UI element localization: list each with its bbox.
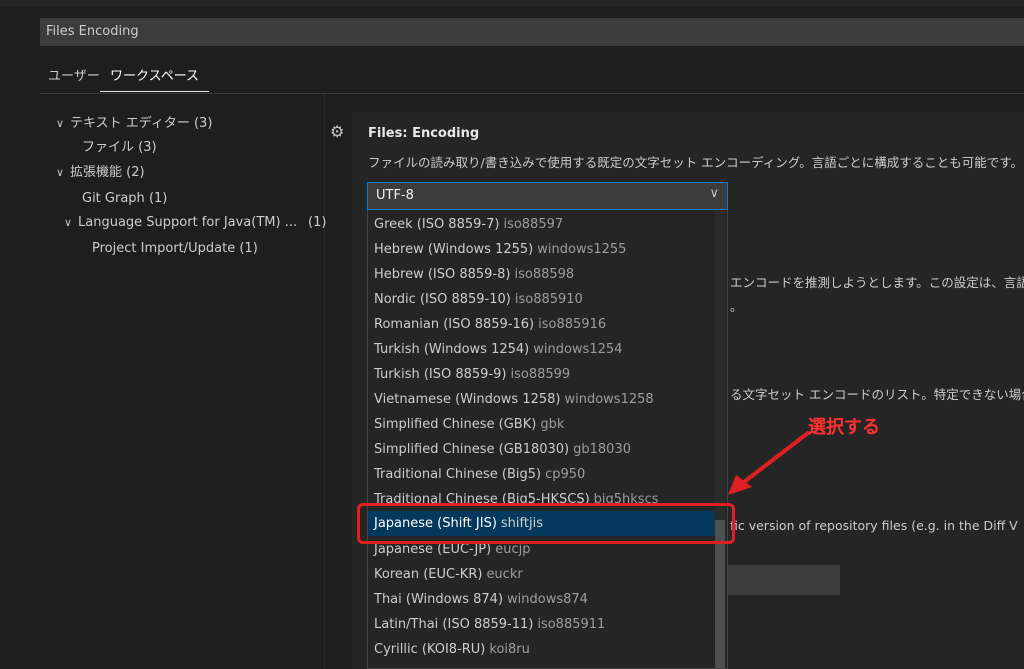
title-strip: [0, 0, 1024, 6]
option-label: Korean (EUC-KR): [374, 567, 483, 582]
settings-search-input[interactable]: Files Encoding: [40, 18, 1024, 46]
option-id: windows874: [507, 592, 588, 607]
encoding-dropdown-list[interactable]: Greek (ISO 8859-7) iso88597 Hebrew (Windo…: [367, 210, 728, 669]
bg-description-1b: 。: [730, 299, 743, 314]
toc-item-java[interactable]: ∨ Language Support for Java(TM) ...: [64, 214, 297, 232]
toc-item-project-import[interactable]: Project Import/Update (1): [92, 240, 258, 258]
dropdown-option[interactable]: Hebrew (ISO 8859-8) iso88598: [368, 262, 716, 287]
option-label: Latin/Thai (ISO 8859-11): [374, 617, 534, 632]
dropdown-option[interactable]: Romanian (ISO 8859-16) iso885916: [368, 312, 716, 337]
bg-description-1: エンコードを推測しようとします。この設定は、言語ご: [730, 275, 1024, 290]
toc-label: テキスト エディター: [70, 116, 190, 131]
option-label: Hebrew (Windows 1255): [374, 242, 534, 257]
option-id: iso88599: [510, 367, 571, 382]
setting-name: Encoding: [412, 126, 480, 141]
option-label: Simplified Chinese (GBK): [374, 417, 537, 432]
highlight-box: [357, 503, 735, 544]
arrow-shaft: [738, 431, 810, 487]
select-value: UTF-8: [376, 188, 414, 203]
option-id: iso88597: [503, 217, 564, 232]
chevron-down-icon: ∨: [56, 117, 65, 130]
tab-workspace[interactable]: ワークスペース: [100, 64, 210, 92]
option-id: windows1255: [537, 242, 627, 257]
toc-count: (3): [138, 140, 157, 155]
option-label: Simplified Chinese (GB18030): [374, 442, 570, 457]
toc-label: ファイル: [82, 140, 135, 155]
toc-item-git-graph[interactable]: Git Graph (1): [82, 190, 167, 208]
toc-item-text-editor[interactable]: ∨ テキスト エディター (3): [56, 115, 212, 133]
option-label: Turkish (ISO 8859-9): [374, 367, 507, 382]
option-label: Cyrillic (KOI8-RU): [374, 642, 486, 657]
option-id: windows1258: [564, 392, 654, 407]
option-label: Japanese (EUC-JP): [374, 542, 492, 557]
option-id: iso88598: [514, 267, 575, 282]
toc-divider: [324, 94, 325, 669]
dropdown-option[interactable]: Vietnamese (Windows 1258) windows1258: [368, 387, 716, 412]
option-id: cp950: [545, 467, 586, 482]
tab-user[interactable]: ユーザー: [48, 64, 100, 92]
dropdown-option[interactable]: Greek (ISO 8859-7) iso88597: [368, 212, 716, 237]
dropdown-option[interactable]: Latin/Thai (ISO 8859-11) iso885911: [368, 612, 716, 637]
option-id: euckr: [486, 567, 523, 582]
chevron-down-icon: ∨: [709, 186, 719, 201]
dropdown-option[interactable]: Traditional Chinese (Big5) cp950: [368, 462, 716, 487]
option-label: Thai (Windows 874): [374, 592, 504, 607]
toc-count: (1): [239, 241, 258, 256]
dropdown-option[interactable]: Thai (Windows 874) windows874: [368, 587, 716, 612]
toc-count: (1): [148, 191, 168, 206]
dropdown-option[interactable]: Simplified Chinese (GB18030) gb18030: [368, 437, 716, 462]
dropdown-option[interactable]: Nordic (ISO 8859-10) iso885910: [368, 287, 716, 312]
option-id: iso885916: [538, 317, 607, 332]
dropdown-option[interactable]: Turkish (ISO 8859-9) iso88599: [368, 362, 716, 387]
option-id: iso885911: [537, 617, 606, 632]
bg-setting-input[interactable]: [728, 565, 840, 595]
option-label: Greek (ISO 8859-7): [374, 217, 500, 232]
setting-category: Files:: [368, 126, 413, 141]
option-id: iso885910: [514, 292, 583, 307]
option-label: Romanian (ISO 8859-16): [374, 317, 535, 332]
dropdown-option[interactable]: Turkish (Windows 1254) windows1254: [368, 337, 716, 362]
toc-label: 拡張機能: [70, 165, 123, 180]
dropdown-option[interactable]: Cyrillic (KOI8-RU) koi8ru: [368, 637, 716, 662]
chevron-down-icon: ∨: [64, 216, 73, 229]
option-label: Vietnamese (Windows 1258): [374, 392, 561, 407]
toc-item-extensions[interactable]: ∨ 拡張機能 (2): [56, 164, 145, 182]
setting-title: Files: Encoding: [368, 126, 479, 141]
annotation-arrow: [728, 431, 810, 495]
option-label: Nordic (ISO 8859-10): [374, 292, 511, 307]
chevron-down-icon: ∨: [56, 166, 65, 179]
toc-label: Project Import/Update: [92, 241, 236, 256]
option-id: windows1254: [533, 342, 623, 357]
option-id: koi8ru: [489, 642, 530, 657]
encoding-select[interactable]: UTF-8 ∨: [367, 182, 728, 210]
annotation-label: 選択する: [808, 417, 880, 438]
bg-description-3: fic version of repository files (e.g. in…: [730, 518, 1018, 533]
dropdown-option[interactable]: Hebrew (Windows 1255) windows1255: [368, 237, 716, 262]
option-id: eucjp: [495, 542, 531, 557]
gear-icon[interactable]: ⚙: [330, 123, 348, 141]
setting-description: ファイルの読み取り/書き込みで使用する既定の文字セット エンコーディング。言語ご…: [368, 155, 1024, 170]
toc-count: (2): [126, 165, 145, 180]
dropdown-option[interactable]: Korean (EUC-KR) euckr: [368, 562, 716, 587]
toc-label: Language Support for Java(TM) ...: [78, 215, 298, 230]
option-id: gb18030: [573, 442, 631, 457]
toc-count-java: (1): [308, 215, 327, 230]
tabs-divider: [40, 93, 1024, 94]
option-label: Turkish (Windows 1254): [374, 342, 530, 357]
toc-label: Git Graph: [82, 191, 145, 206]
dropdown-option[interactable]: Simplified Chinese (GBK) gbk: [368, 412, 716, 437]
bg-description-2: る文字セット エンコードのリスト。特定できない場合は、: [730, 387, 1024, 402]
toc-item-files[interactable]: ファイル (3): [82, 139, 157, 157]
option-label: Traditional Chinese (Big5): [374, 467, 542, 482]
toc-count: (3): [193, 116, 213, 131]
option-label: Hebrew (ISO 8859-8): [374, 267, 511, 282]
option-id: gbk: [540, 417, 565, 432]
